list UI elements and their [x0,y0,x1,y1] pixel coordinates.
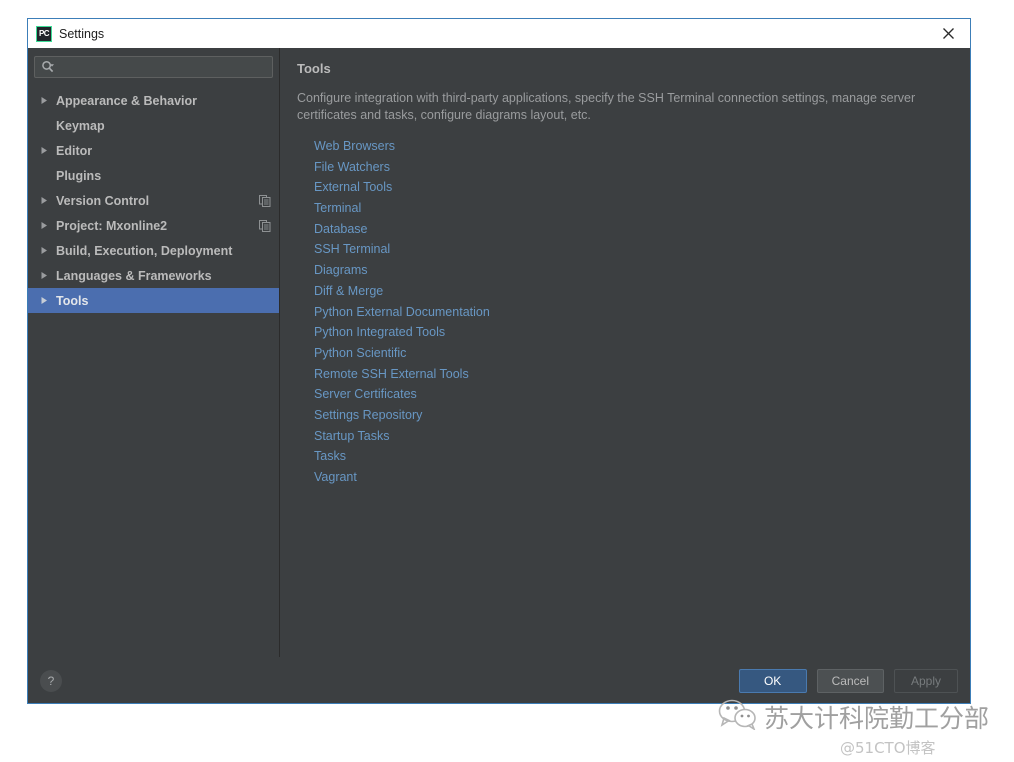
settings-sidebar: Appearance & Behavior Keymap Editor Plug… [28,48,280,657]
link-server-certificates[interactable]: Server Certificates [314,387,417,401]
title-bar: PC Settings [28,19,970,48]
sidebar-item-languages-frameworks[interactable]: Languages & Frameworks [28,263,279,288]
cancel-button[interactable]: Cancel [816,668,884,693]
list-item: Remote SSH External Tools [314,364,956,385]
link-diagrams[interactable]: Diagrams [314,263,368,277]
list-item: Diff & Merge [314,281,956,302]
link-startup-tasks[interactable]: Startup Tasks [314,429,390,443]
sidebar-item-label: Languages & Frameworks [56,268,212,283]
list-item: Python External Documentation [314,302,956,323]
link-python-external-documentation[interactable]: Python External Documentation [314,305,490,319]
link-file-watchers[interactable]: File Watchers [314,160,390,174]
link-external-tools[interactable]: External Tools [314,180,392,194]
window-title: Settings [59,26,105,41]
settings-dialog: PC Settings Appearance & Behavior Keymap… [27,18,971,704]
dialog-footer: ? OK Cancel Apply [28,657,970,703]
link-terminal[interactable]: Terminal [314,201,361,215]
link-python-scientific[interactable]: Python Scientific [314,346,406,360]
sidebar-item-label: Editor [56,143,93,158]
link-remote-ssh-external-tools[interactable]: Remote SSH External Tools [314,367,469,381]
search-container [28,48,279,84]
link-diff-merge[interactable]: Diff & Merge [314,284,383,298]
page-title: Tools [297,61,331,76]
link-database[interactable]: Database [314,222,368,236]
screen: PC Settings Appearance & Behavior Keymap… [0,0,1014,762]
copy-document-icon[interactable] [259,219,271,232]
search-box[interactable] [34,56,273,78]
sidebar-item-keymap[interactable]: Keymap [28,113,279,138]
apply-button: Apply [894,668,958,693]
sidebar-item-plugins[interactable]: Plugins [28,163,279,188]
sidebar-item-label: Appearance & Behavior [56,93,198,108]
link-settings-repository[interactable]: Settings Repository [314,408,422,422]
pycharm-icon: PC [36,25,52,42]
sidebar-item-appearance-behavior[interactable]: Appearance & Behavior [28,88,279,113]
sidebar-item-label: Project: Mxonline2 [56,218,168,233]
list-item: Vagrant [314,467,956,488]
list-item: Settings Repository [314,405,956,426]
list-item: Python Scientific [314,343,956,364]
list-item: Startup Tasks [314,426,956,447]
sidebar-item-editor[interactable]: Editor [28,138,279,163]
list-item: External Tools [314,177,956,198]
search-icon [41,60,55,74]
close-icon[interactable] [926,19,970,48]
help-icon[interactable]: ? [40,669,62,692]
sidebar-item-label: Keymap [56,118,105,133]
list-item: Terminal [314,198,956,219]
settings-content-panel: Tools Configure integration with third-p… [280,48,970,657]
list-item: SSH Terminal [314,239,956,260]
link-tasks[interactable]: Tasks [314,449,346,463]
chevron-right-icon [40,246,56,255]
list-item: Python Integrated Tools [314,322,956,343]
watermark-attribution: @51CTO博客 [840,739,936,757]
chevron-right-icon [40,221,56,230]
list-item: File Watchers [314,157,956,178]
chevron-right-icon [40,196,56,205]
list-item: Tasks [314,446,956,467]
dialog-body: Appearance & Behavior Keymap Editor Plug… [28,48,970,657]
tools-link-list: Web Browsers File Watchers External Tool… [297,136,956,488]
link-python-integrated-tools[interactable]: Python Integrated Tools [314,325,445,339]
settings-tree: Appearance & Behavior Keymap Editor Plug… [28,84,279,657]
sidebar-item-label: Build, Execution, Deployment [56,243,233,258]
chevron-right-icon [40,146,56,155]
sidebar-item-label: Tools [56,293,89,308]
pycharm-icon-text: PC [38,28,50,38]
chevron-right-icon [40,96,56,105]
sidebar-item-version-control[interactable]: Version Control [28,188,279,213]
ok-button[interactable]: OK [738,668,807,693]
list-item: Diagrams [314,260,956,281]
link-web-browsers[interactable]: Web Browsers [314,139,395,153]
copy-document-icon[interactable] [259,194,271,207]
link-ssh-terminal[interactable]: SSH Terminal [314,242,390,256]
page-description: Configure integration with third-party a… [297,91,916,122]
chevron-right-icon [40,296,56,305]
sidebar-item-tools[interactable]: Tools [28,288,279,313]
chevron-right-icon [40,271,56,280]
sidebar-item-build-execution-deployment[interactable]: Build, Execution, Deployment [28,238,279,263]
list-item: Web Browsers [314,136,956,157]
link-vagrant[interactable]: Vagrant [314,470,357,484]
sidebar-item-label: Version Control [56,193,150,208]
search-input[interactable] [59,59,266,75]
list-item: Database [314,219,956,240]
sidebar-item-label: Plugins [56,168,102,183]
sidebar-item-project[interactable]: Project: Mxonline2 [28,213,279,238]
list-item: Server Certificates [314,384,956,405]
